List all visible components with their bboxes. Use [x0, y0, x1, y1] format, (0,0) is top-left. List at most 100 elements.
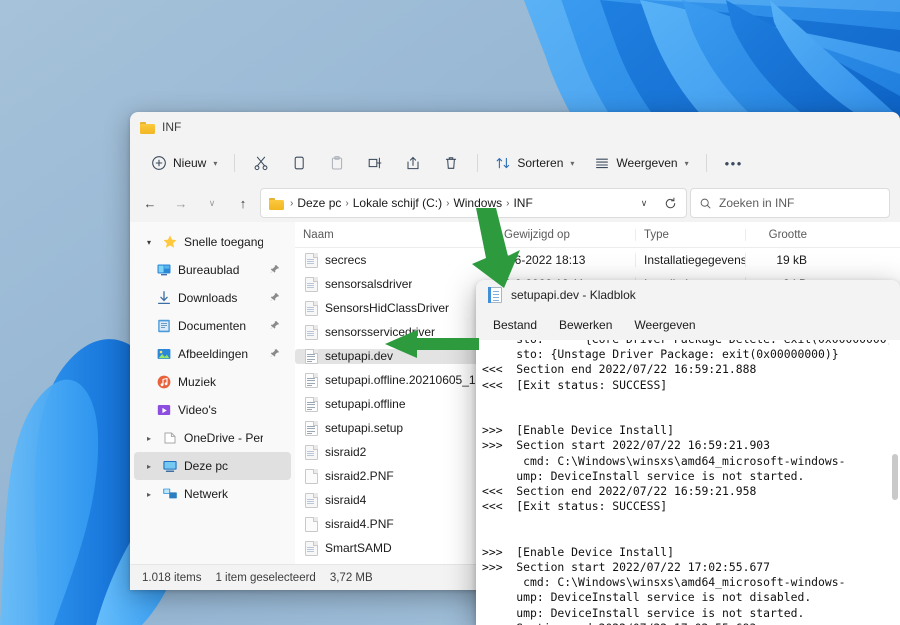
recent-locations-button[interactable]: ∨ — [198, 189, 226, 217]
file-name-cell[interactable]: sisraid2 — [295, 445, 495, 460]
toolbar-separator-2 — [477, 154, 478, 172]
rename-button[interactable] — [357, 148, 393, 178]
chevron-down-icon-view: ▾ — [685, 159, 689, 168]
ellipsis-icon: ••• — [725, 156, 743, 171]
delete-button[interactable] — [433, 148, 469, 178]
breadcrumb-item-2[interactable]: Windows — [453, 196, 502, 210]
view-button-label: Weergeven — [616, 156, 677, 170]
file-name-cell[interactable]: setupapi.offline — [295, 397, 495, 412]
sidebar-item-video-s[interactable]: Video's — [134, 396, 291, 424]
address-bar[interactable]: › Deze pc › Lokale schijf (C:) › Windows… — [260, 188, 687, 218]
explorer-titlebar[interactable]: INF — [130, 112, 900, 142]
file-name-cell[interactable]: sisraid4 — [295, 493, 495, 508]
file-inf-icon — [305, 493, 318, 508]
cut-button[interactable] — [243, 148, 279, 178]
menu-edit[interactable]: Bewerken — [550, 314, 621, 336]
file-name-cell[interactable]: sensorsalsdriver — [295, 277, 495, 292]
chevron-right-icon[interactable]: ▸ — [142, 434, 156, 443]
table-row[interactable]: secrecs2-6-2022 18:13Installatiegegevens… — [295, 248, 900, 272]
menu-file[interactable]: Bestand — [484, 314, 546, 336]
file-name-cell[interactable]: sisraid2.PNF — [295, 469, 495, 484]
sidebar-item-label: Deze pc — [184, 459, 263, 473]
music-icon — [156, 374, 172, 390]
navigation-pane[interactable]: ▾Snelle toegangBureaubladDownloads Docume… — [130, 222, 295, 564]
chevron-right-icon[interactable]: ▸ — [142, 462, 156, 471]
notepad-vertical-scrollbar[interactable] — [889, 340, 900, 625]
back-button[interactable]: ← — [136, 189, 164, 217]
file-name-label: sisraid2.PNF — [325, 469, 394, 483]
explorer-toolbar[interactable]: Nieuw ▾ — [130, 142, 900, 184]
column-header-size[interactable]: Grootte — [745, 229, 815, 241]
chevron-down-icon[interactable]: ▾ — [142, 238, 156, 247]
column-header-modified[interactable]: Gewijzigd op — [495, 229, 635, 241]
file-name-label: sensorsservicedriver — [325, 325, 435, 339]
more-options-button[interactable]: ••• — [715, 148, 753, 178]
sidebar-item-netwerk[interactable]: ▸Netwerk — [134, 480, 291, 508]
sidebar-item-muziek[interactable]: Muziek — [134, 368, 291, 396]
sort-button[interactable]: Sorteren ▾ — [486, 148, 583, 178]
sidebar-item-snelle-toegang[interactable]: ▾Snelle toegang — [134, 228, 291, 256]
file-name-cell[interactable]: sisraid4.PNF — [295, 517, 495, 532]
file-name-cell[interactable]: SensorsHidClassDriver — [295, 301, 495, 316]
notepad-text-area[interactable]: sto: {Core Driver Package Delete: exit(0… — [476, 340, 889, 625]
share-button[interactable] — [395, 148, 431, 178]
file-name-cell[interactable]: secrecs — [295, 253, 495, 268]
notepad-icon — [488, 287, 502, 303]
paste-button[interactable] — [319, 148, 355, 178]
address-dropdown-button[interactable]: ∨ — [632, 191, 656, 215]
notepad-text-area-wrapper[interactable]: sto: {Core Driver Package Delete: exit(0… — [476, 340, 900, 625]
notepad-menubar[interactable]: Bestand Bewerken Weergeven — [476, 310, 900, 340]
sidebar-item-downloads[interactable]: Downloads — [134, 284, 291, 312]
file-name-label: setupapi.setup — [325, 421, 403, 435]
pin-icon[interactable] — [269, 320, 281, 333]
forward-button[interactable]: → — [167, 189, 195, 217]
chevron-right-icon[interactable]: ▸ — [142, 490, 156, 499]
pin-icon[interactable] — [269, 348, 281, 361]
up-button[interactable]: ↑ — [229, 189, 257, 217]
sidebar-item-label: Documenten — [178, 319, 263, 333]
refresh-button[interactable] — [658, 191, 682, 215]
sidebar-item-label: Afbeeldingen — [178, 347, 263, 361]
explorer-address-row[interactable]: ← → ∨ ↑ › Deze pc › Lokale schijf (C:) ›… — [130, 184, 900, 222]
menu-view[interactable]: Weergeven — [625, 314, 704, 336]
notepad-titlebar[interactable]: setupapi.dev - Kladblok — [476, 280, 900, 310]
file-name-cell[interactable]: SmartSAMD — [295, 541, 495, 556]
copy-icon — [291, 155, 307, 171]
breadcrumb[interactable]: › Deze pc › Lokale schijf (C:) › Windows… — [290, 196, 628, 210]
breadcrumb-item-1[interactable]: Lokale schijf (C:) — [353, 196, 442, 210]
pin-icon[interactable] — [269, 264, 281, 277]
videos-icon — [156, 402, 172, 418]
sidebar-item-documenten[interactable]: Documenten — [134, 312, 291, 340]
column-header-name[interactable]: Naam — [295, 229, 495, 241]
file-name-cell[interactable]: setupapi.setup — [295, 421, 495, 436]
sidebar-item-bureaublad[interactable]: Bureaublad — [134, 256, 291, 284]
breadcrumb-item-0[interactable]: Deze pc — [297, 196, 341, 210]
sidebar-item-afbeeldingen[interactable]: Afbeeldingen — [134, 340, 291, 368]
scissors-icon — [253, 155, 269, 171]
file-name-cell[interactable]: setupapi.dev — [295, 349, 495, 364]
notepad-window[interactable]: setupapi.dev - Kladblok Bestand Bewerken… — [476, 280, 900, 625]
back-arrow-icon: ← — [144, 196, 157, 211]
file-name-cell[interactable]: setupapi.offline.20210605_121033 — [295, 373, 495, 388]
search-box[interactable]: Zoeken in INF — [690, 188, 890, 218]
search-input[interactable]: Zoeken in INF — [719, 196, 794, 210]
copy-button[interactable] — [281, 148, 317, 178]
file-name-label: secrecs — [325, 253, 366, 267]
view-button[interactable]: Weergeven ▾ — [585, 148, 697, 178]
sort-icon — [495, 155, 511, 171]
file-txt-icon — [305, 373, 318, 388]
status-item-count: 1.018 items — [142, 572, 201, 584]
breadcrumb-item-3[interactable]: INF — [513, 196, 532, 210]
sidebar-item-deze-pc[interactable]: ▸ Deze pc — [134, 452, 291, 480]
new-button[interactable]: Nieuw ▾ — [142, 148, 226, 178]
pin-icon[interactable] — [269, 292, 281, 305]
file-name-cell[interactable]: sensorsservicedriver — [295, 325, 495, 340]
column-header-row[interactable]: Naam Gewijzigd op Type Grootte — [295, 222, 900, 248]
breadcrumb-sep-3: › — [506, 198, 509, 209]
scrollbar-thumb[interactable] — [892, 454, 898, 500]
sidebar-item-onedrive-personal[interactable]: ▸OneDrive - Personal — [134, 424, 291, 452]
file-inf-icon — [305, 325, 318, 340]
column-header-type[interactable]: Type — [635, 229, 745, 241]
trash-icon — [443, 155, 459, 171]
file-name-label: SensorsHidClassDriver — [325, 301, 449, 315]
